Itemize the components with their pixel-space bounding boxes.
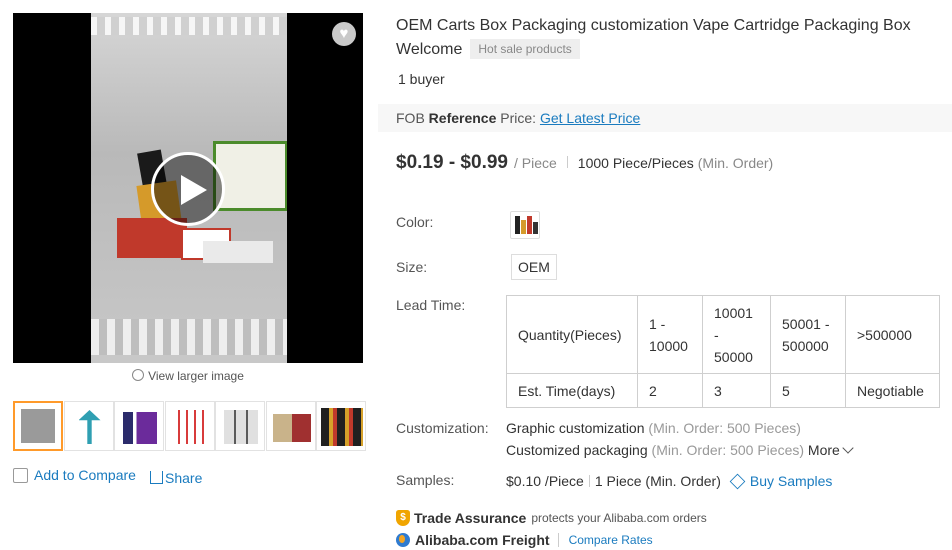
- thumbnail-item[interactable]: [265, 401, 316, 451]
- more-label[interactable]: More: [808, 442, 840, 458]
- thumbnail-item[interactable]: [114, 401, 164, 451]
- samples-label: Samples:: [396, 472, 455, 488]
- table-cell: Est. Time(days): [506, 373, 638, 408]
- trade-assurance-text: protects your Alibaba.com orders: [531, 511, 707, 525]
- sample-price: $0.10 /Piece: [506, 473, 584, 489]
- video-scene-top: [91, 17, 287, 35]
- price-unit: / Piece: [513, 155, 557, 171]
- table-row: Est. Time(days) 2 3 5 Negotiable: [506, 373, 940, 408]
- play-button[interactable]: [151, 152, 225, 226]
- shield-icon: $: [396, 510, 410, 526]
- box-icon: [729, 473, 746, 489]
- customization-name: Customized packaging: [506, 442, 648, 458]
- table-cell: 1 - 10000: [637, 295, 703, 374]
- customization-option: Graphic customization (Min. Order: 500 P…: [506, 420, 801, 436]
- add-to-compare-label[interactable]: Add to Compare: [34, 467, 136, 483]
- buyer-count: 1 buyer: [398, 71, 445, 87]
- price-row: $0.19 - $0.99 / Piece 1000 Piece/Pieces …: [396, 152, 773, 174]
- table-cell: 10001 - 50000: [702, 295, 771, 374]
- thumbnail-strip: [13, 401, 367, 453]
- heart-icon[interactable]: ♥: [332, 22, 356, 46]
- buy-samples-label[interactable]: Buy Samples: [750, 473, 832, 489]
- get-latest-price-link[interactable]: Get Latest Price: [540, 110, 640, 126]
- share-button[interactable]: Share: [150, 470, 202, 486]
- samples-info: $0.10 /Piece 1 Piece (Min. Order) Buy Sa…: [506, 473, 832, 489]
- table-cell: 5: [770, 373, 846, 408]
- compare-checkbox[interactable]: [13, 467, 28, 483]
- freight-info: Alibaba.com Freight Compare Rates: [396, 532, 653, 548]
- thumbnail-item[interactable]: [215, 401, 265, 451]
- compare-rates-link[interactable]: Compare Rates: [557, 533, 653, 547]
- hot-sale-badge: Hot sale products: [470, 39, 580, 59]
- thumbnail-item[interactable]: [164, 401, 215, 451]
- customization-option: Customized packaging (Min. Order: 500 Pi…: [506, 442, 854, 458]
- price-range: $0.19 - $0.99: [396, 152, 508, 173]
- divider: [566, 156, 568, 168]
- customization-label: Customization:: [396, 420, 489, 436]
- freight-title: Alibaba.com Freight: [415, 532, 550, 548]
- color-option[interactable]: [510, 211, 540, 239]
- moq-note: (Min. Order): [697, 155, 774, 171]
- customization-note: (Min. Order: 500 Pieces): [651, 442, 805, 458]
- moq-value: 1000 Piece/Pieces: [577, 155, 694, 171]
- buy-samples-link[interactable]: Buy Samples: [729, 473, 832, 489]
- divider: [588, 475, 590, 487]
- color-label: Color:: [396, 214, 434, 230]
- video-scene-item: [203, 241, 273, 263]
- fob-suffix: Price:: [496, 110, 537, 126]
- zoom-icon: [132, 369, 145, 381]
- trade-assurance-title: Trade Assurance: [414, 510, 527, 526]
- share-icon: [150, 471, 163, 484]
- thumbnail-item[interactable]: [63, 401, 114, 451]
- thumbnail-item[interactable]: [13, 401, 63, 451]
- lead-time-table: Quantity(Pieces) 1 - 10000 10001 - 50000…: [506, 295, 940, 408]
- table-cell: Quantity(Pieces): [506, 295, 638, 374]
- lead-time-label: Lead Time:: [396, 297, 466, 313]
- thumbnail-item[interactable]: [316, 401, 366, 451]
- customization-note: (Min. Order: 500 Pieces): [648, 420, 801, 436]
- video-scene-item: [213, 141, 287, 211]
- share-label[interactable]: Share: [165, 470, 202, 486]
- globe-icon: [396, 533, 410, 547]
- table-cell: 50001 - 500000: [770, 295, 846, 374]
- sample-min-order: 1 Piece (Min. Order): [594, 473, 721, 489]
- view-larger-link[interactable]: View larger image: [13, 369, 363, 383]
- table-row: Quantity(Pieces) 1 - 10000 10001 - 50000…: [506, 295, 940, 374]
- customization-name: Graphic customization: [506, 420, 645, 436]
- fob-price-bar: FOB Reference Price: Get Latest Price: [378, 104, 952, 132]
- video-scene-bottom: [91, 319, 287, 355]
- table-cell: 3: [702, 373, 771, 408]
- more-toggle[interactable]: More: [808, 442, 854, 458]
- add-to-compare[interactable]: Add to Compare: [13, 467, 136, 483]
- view-larger-label: View larger image: [148, 369, 244, 383]
- size-option[interactable]: OEM: [511, 254, 557, 280]
- size-label: Size:: [396, 259, 428, 275]
- product-title: OEM Carts Box Packaging customization Va…: [396, 14, 936, 62]
- trade-assurance: $ Trade Assurance protects your Alibaba.…: [396, 510, 707, 526]
- table-cell: 2: [637, 373, 703, 408]
- product-media: [13, 13, 363, 363]
- table-cell: >500000: [845, 295, 940, 374]
- table-cell: Negotiable: [845, 373, 940, 408]
- fob-prefix: FOB: [396, 110, 429, 126]
- chevron-down-icon: [842, 442, 854, 454]
- fob-bold: Reference: [428, 110, 497, 126]
